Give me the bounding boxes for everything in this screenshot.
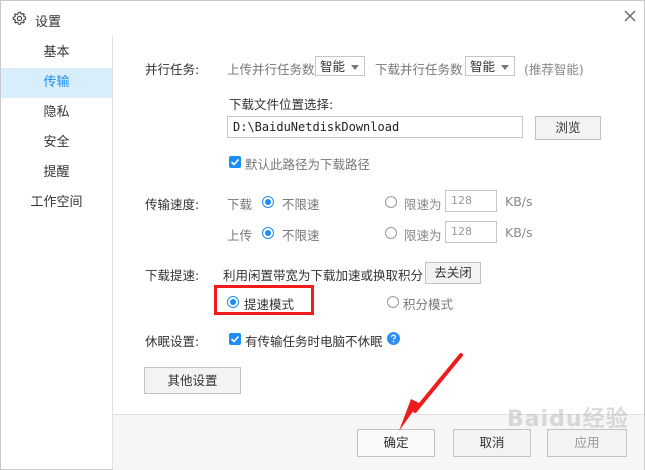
settings-sidebar: 基本 传输 隐私 安全 提醒 工作空间 <box>1 35 113 469</box>
upload-limit-unit: KB/s <box>505 225 533 240</box>
download-limit-radio[interactable] <box>385 196 397 208</box>
upload-limit-radio[interactable] <box>385 227 397 239</box>
download-unlimited-radio[interactable] <box>262 196 274 208</box>
window-title: 设置 <box>35 15 62 30</box>
sidebar-item-basic[interactable]: 基本 <box>1 38 112 68</box>
upload-parallel-select[interactable]: 智能 <box>315 56 365 76</box>
prevent-sleep-label: 有传输任务时电脑不休眠 <box>245 334 383 349</box>
sleep-settings-label: 休眠设置: <box>145 334 200 349</box>
apply-button[interactable]: 应用 <box>547 429 627 457</box>
boost-speed-mode-label: 提速模式 <box>244 297 295 312</box>
browse-button[interactable]: 浏览 <box>535 116 601 140</box>
sidebar-item-reminder[interactable]: 提醒 <box>1 158 112 188</box>
boost-off-button[interactable]: 去关闭 <box>425 262 481 284</box>
upload-speed-label: 上传 <box>227 228 253 243</box>
parallel-hint: (推荐智能) <box>524 62 584 77</box>
download-limit-unit: KB/s <box>505 194 533 209</box>
upload-unlimited-label: 不限速 <box>282 228 320 243</box>
download-location-label: 下载文件位置选择: <box>229 97 334 112</box>
download-limit-label: 限速为 <box>404 197 442 212</box>
boost-speed-mode-radio[interactable] <box>227 296 239 308</box>
download-path-input[interactable]: D:\BaiduNetdiskDownload <box>227 116 523 138</box>
download-unlimited-label: 不限速 <box>282 197 320 212</box>
chevron-down-icon <box>501 65 509 70</box>
sidebar-item-privacy[interactable]: 隐私 <box>1 98 112 128</box>
other-settings-button[interactable]: 其他设置 <box>144 367 241 394</box>
chevron-down-icon <box>351 65 359 70</box>
prevent-sleep-checkbox[interactable] <box>229 333 241 345</box>
sidebar-item-security[interactable]: 安全 <box>1 128 112 158</box>
download-parallel-select[interactable]: 智能 <box>465 56 515 76</box>
transfer-speed-label: 传输速度: <box>145 197 200 212</box>
default-path-label: 默认此路径为下载路径 <box>245 157 371 172</box>
help-icon[interactable] <box>387 332 400 345</box>
upload-parallel-label: 上传并行任务数 <box>227 62 315 77</box>
sidebar-item-workspace[interactable]: 工作空间 <box>1 188 112 218</box>
download-boost-description: 利用闲置带宽为下载加速或换取积分 <box>223 268 424 283</box>
download-boost-label: 下载提速: <box>145 268 200 283</box>
title-bar: 设置 <box>1 1 644 35</box>
settings-window: 设置 基本 传输 隐私 安全 提醒 工作空间 并行任务: 上传并行任务数 智能 … <box>0 0 645 470</box>
settings-content <box>113 35 644 413</box>
download-limit-input[interactable]: 128 <box>445 190 497 212</box>
upload-parallel-value: 智能 <box>320 59 346 74</box>
annotation-arrow <box>399 353 463 431</box>
upload-limit-input[interactable]: 128 <box>445 221 497 243</box>
upload-limit-label: 限速为 <box>404 228 442 243</box>
close-icon[interactable] <box>620 6 640 26</box>
gear-icon <box>12 11 27 26</box>
parallel-tasks-label: 并行任务: <box>145 62 200 77</box>
default-path-checkbox[interactable] <box>229 156 241 168</box>
boost-points-mode-radio[interactable] <box>387 296 399 308</box>
download-parallel-label: 下载并行任务数 <box>375 62 463 77</box>
sidebar-item-transfer[interactable]: 传输 <box>1 68 112 98</box>
download-parallel-value: 智能 <box>470 59 496 74</box>
download-speed-label: 下载 <box>227 197 253 212</box>
watermark: Baidu经验 <box>507 407 629 432</box>
upload-unlimited-radio[interactable] <box>262 227 274 239</box>
boost-points-mode-label: 积分模式 <box>403 297 454 312</box>
